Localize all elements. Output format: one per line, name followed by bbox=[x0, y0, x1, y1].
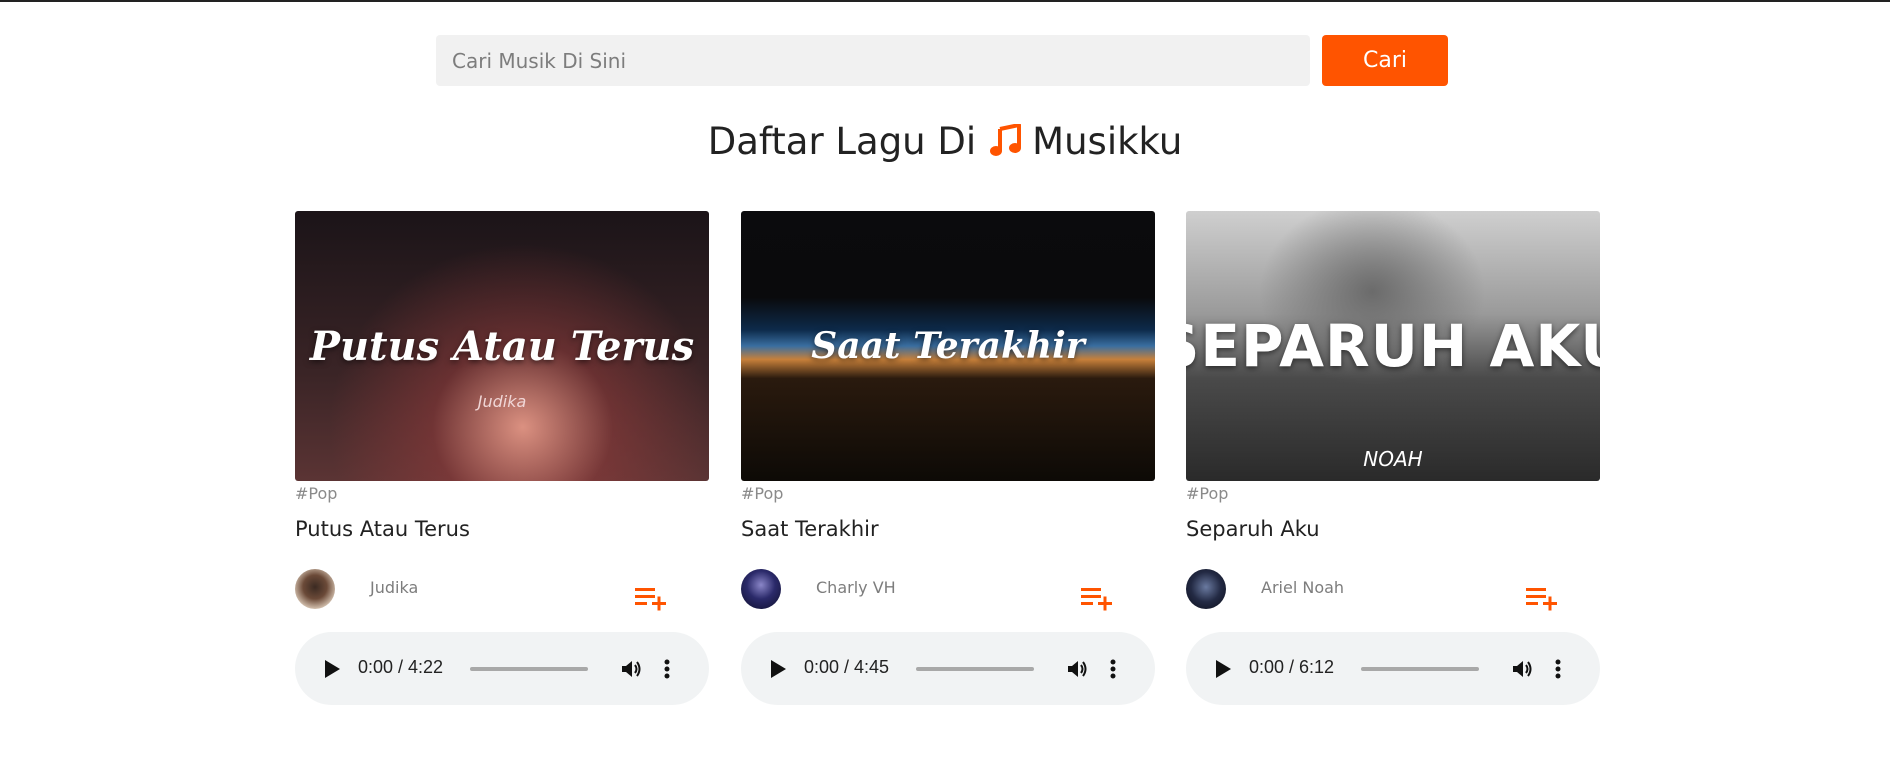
song-card: SEPARUH AKU NOAH #Pop Separuh Aku Ariel … bbox=[1186, 211, 1600, 705]
page-title-text-end: Musikku bbox=[1032, 119, 1183, 163]
music-note-icon bbox=[990, 124, 1022, 158]
genre-tag: #Pop bbox=[295, 484, 338, 503]
song-cover-image: Saat Terakhir bbox=[741, 211, 1155, 481]
genre-tag: #Pop bbox=[1186, 484, 1229, 503]
cover-title-text: SEPARUH AKU bbox=[1186, 312, 1600, 380]
playlist-add-icon[interactable] bbox=[635, 586, 667, 612]
song-title: Saat Terakhir bbox=[741, 517, 879, 541]
play-icon[interactable] bbox=[769, 659, 787, 679]
volume-icon[interactable] bbox=[1067, 658, 1089, 680]
play-icon[interactable] bbox=[1214, 659, 1232, 679]
artist-avatar bbox=[1186, 569, 1226, 609]
page-title: Daftar Lagu Di Musikku bbox=[0, 113, 1890, 169]
cover-subtitle-text: Judika bbox=[477, 392, 527, 411]
more-vertical-icon[interactable] bbox=[1554, 658, 1562, 680]
song-cover-image: SEPARUH AKU NOAH bbox=[1186, 211, 1600, 481]
cover-title-text: Putus Atau Terus bbox=[309, 322, 695, 370]
search-input[interactable] bbox=[436, 35, 1310, 86]
page-title-text-start: Daftar Lagu Di bbox=[707, 119, 977, 163]
song-card: Putus Atau Terus Judika #Pop Putus Atau … bbox=[295, 211, 709, 705]
time-display: 0:00 / 4:45 bbox=[804, 657, 890, 677]
playlist-add-icon[interactable] bbox=[1526, 586, 1558, 612]
genre-tag: #Pop bbox=[741, 484, 784, 503]
more-vertical-icon[interactable] bbox=[1109, 658, 1117, 680]
top-border bbox=[0, 0, 1890, 2]
play-icon[interactable] bbox=[323, 659, 341, 679]
time-display: 0:00 / 4:22 bbox=[358, 657, 444, 677]
playlist-add-icon[interactable] bbox=[1081, 586, 1113, 612]
cover-subtitle-text: NOAH bbox=[1363, 447, 1423, 471]
audio-player: 0:00 / 6:12 bbox=[1186, 632, 1600, 705]
song-title: Separuh Aku bbox=[1186, 517, 1320, 541]
artist-name: Judika bbox=[370, 578, 419, 597]
progress-slider[interactable] bbox=[1361, 667, 1479, 671]
song-card: Saat Terakhir #Pop Saat Terakhir Charly … bbox=[741, 211, 1155, 705]
progress-slider[interactable] bbox=[916, 667, 1034, 671]
artist-name: Ariel Noah bbox=[1261, 578, 1345, 597]
artist-avatar bbox=[741, 569, 781, 609]
more-vertical-icon[interactable] bbox=[663, 658, 671, 680]
audio-player: 0:00 / 4:22 bbox=[295, 632, 709, 705]
volume-icon[interactable] bbox=[621, 658, 643, 680]
volume-icon[interactable] bbox=[1512, 658, 1534, 680]
song-title: Putus Atau Terus bbox=[295, 517, 470, 541]
search-button[interactable]: Cari bbox=[1322, 35, 1448, 86]
audio-player: 0:00 / 4:45 bbox=[741, 632, 1155, 705]
song-cover-image: Putus Atau Terus Judika bbox=[295, 211, 709, 481]
time-display: 0:00 / 6:12 bbox=[1249, 657, 1335, 677]
progress-slider[interactable] bbox=[470, 667, 588, 671]
artist-name: Charly VH bbox=[816, 578, 896, 597]
artist-avatar bbox=[295, 569, 335, 609]
cover-title-text: Saat Terakhir bbox=[811, 325, 1085, 367]
